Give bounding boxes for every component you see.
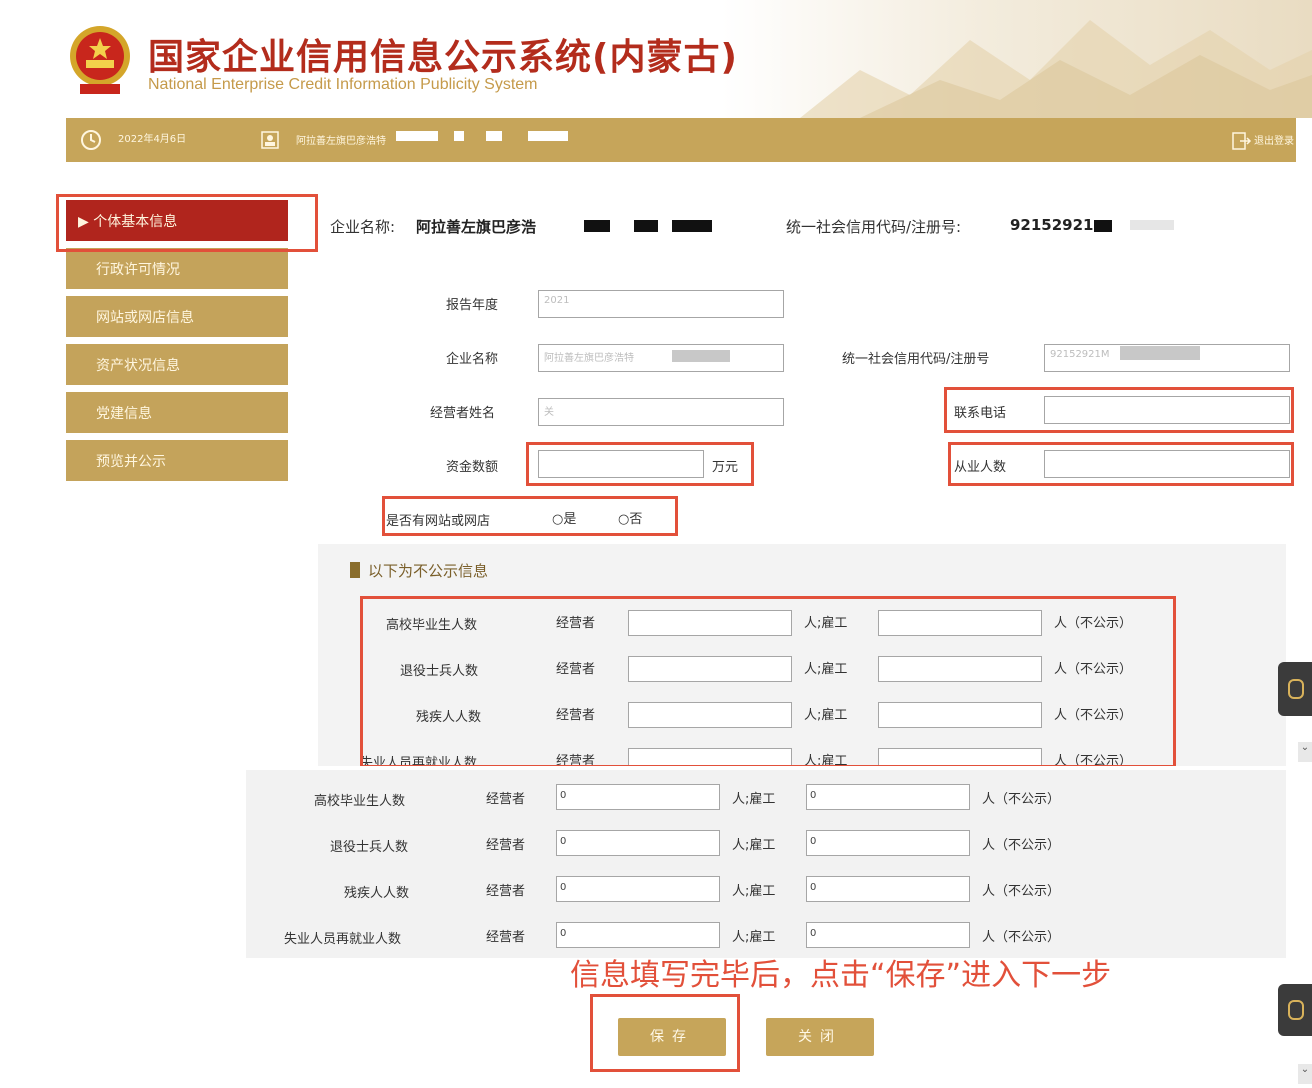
section-marker-icon [350,562,360,578]
enterprise-name-form-label: 企业名称 [446,352,499,367]
site-header: 国家企业信用信息公示系统(内蒙古) National Enterprise Cr… [0,0,1312,118]
info-bar: 2022年4月6日 阿拉善左旗巴彦浩特 退出登录 [66,118,1296,162]
not-public-suffix: 人（不公示） [982,930,1061,945]
sidebar-item-label: 资产状况信息 [96,358,180,374]
operator-count-input[interactable]: 0 [556,830,720,856]
redaction [634,220,658,232]
logout-icon[interactable] [1230,130,1252,152]
row-label: 高校毕业生人数 [314,794,406,809]
employee-prefix: 人;雇工 [732,884,776,899]
redaction [1094,220,1112,232]
highlight-box-website [382,496,678,536]
operator-label: 经营者 [486,884,526,899]
sidebar-item-label: 网站或网店信息 [96,310,194,326]
highlight-box-capital [526,442,754,486]
operator-label: 经营者 [486,838,526,853]
not-public-suffix: 人（不公示） [982,884,1061,899]
employee-prefix: 人;雇工 [732,792,776,807]
redaction [1130,220,1174,230]
report-year-label: 报告年度 [446,298,499,313]
not-public-suffix: 人（不公示） [982,792,1061,807]
system-subtitle: National Enterprise Credit Information P… [148,76,538,93]
redaction [1120,346,1200,360]
enterprise-name-field: 阿拉善左旗巴彦浩特 [538,344,784,372]
operator-label: 经营者 [486,930,526,945]
user-name: 阿拉善左旗巴彦浩特 [296,136,386,147]
highlight-box-nonpublic [360,596,1176,768]
system-title: 国家企业信用信息公示系统(内蒙古) [148,37,738,78]
user-icon [261,131,279,149]
sidebar-item-label: 预览并公示 [96,454,166,470]
employee-count-input[interactable]: 0 [806,876,970,902]
sidebar-item-admin-license[interactable]: 行政许可情况 [66,248,288,292]
instruction-annotation: 信息填写完毕后，点击“保存”进入下一步 [570,958,1112,993]
redaction [672,350,730,362]
employee-count-input[interactable]: 0 [806,830,970,856]
national-emblem-icon [70,26,130,94]
redaction [528,131,568,141]
clock-icon [81,130,101,150]
redaction [672,220,712,232]
redaction [584,220,610,232]
enterprise-name-field-value: 阿拉善左旗巴彦浩特 [544,353,634,364]
logout-link[interactable]: 退出登录 [1254,132,1294,147]
cylinder-icon [1288,679,1304,699]
operator-count-input[interactable]: 0 [556,922,720,948]
highlight-box-save [590,994,740,1072]
credit-code-form-label: 统一社会信用代码/注册号 [842,352,990,367]
employee-prefix: 人;雇工 [732,838,776,853]
operator-count-input[interactable]: 0 [556,784,720,810]
redaction [396,131,438,141]
row-label: 失业人员再就业人数 [284,932,402,947]
enterprise-name-value: 阿拉善左旗巴彦浩 [416,218,537,236]
employee-count-input[interactable]: 0 [806,922,970,948]
row-label: 残疾人人数 [344,886,410,901]
sidebar-item-assets[interactable]: 资产状况信息 [66,344,288,388]
redaction [454,131,464,141]
screenshot-stage: 国家企业信用信息公示系统(内蒙古) National Enterprise Cr… [0,0,1312,1088]
redaction [486,131,502,141]
sidebar-item-preview-publish[interactable]: 预览并公示 [66,440,288,484]
sidebar-item-label: 行政许可情况 [96,262,180,278]
sidebar-item-website[interactable]: 网站或网店信息 [66,296,288,340]
operator-name-field: 关 [538,398,784,426]
highlight-box-phone [944,387,1294,433]
current-date: 2022年4月6日 [118,134,187,145]
operator-label: 经营者 [486,792,526,807]
nonpublic-section-title: 以下为不公示信息 [368,562,489,580]
scroll-widget[interactable] [1278,984,1312,1036]
close-button[interactable]: 关闭 [766,1018,874,1056]
employee-prefix: 人;雇工 [732,930,776,945]
report-year-field: 2021 [538,290,784,318]
capital-label: 资金数额 [446,460,499,475]
highlight-box-sidebar [56,194,318,252]
employee-count-input[interactable]: 0 [806,784,970,810]
header-mountain-illustration [800,20,1312,118]
cylinder-icon [1288,1000,1304,1020]
credit-code-label: 统一社会信用代码/注册号: [786,218,962,236]
not-public-suffix: 人（不公示） [982,838,1061,853]
scroll-down-icon[interactable]: ⌄ [1298,1064,1312,1084]
row-label: 退役士兵人数 [330,840,409,855]
scroll-widget[interactable] [1278,662,1312,716]
operator-name-label: 经营者姓名 [430,406,496,421]
sidebar-item-party[interactable]: 党建信息 [66,392,288,436]
operator-count-input[interactable]: 0 [556,876,720,902]
enterprise-name-label: 企业名称: [330,218,396,236]
credit-code-value: 92152921 [1010,216,1094,234]
highlight-box-employees [948,442,1294,486]
sidebar-item-label: 党建信息 [96,406,152,422]
scroll-down-icon[interactable]: ⌄ [1298,742,1312,762]
